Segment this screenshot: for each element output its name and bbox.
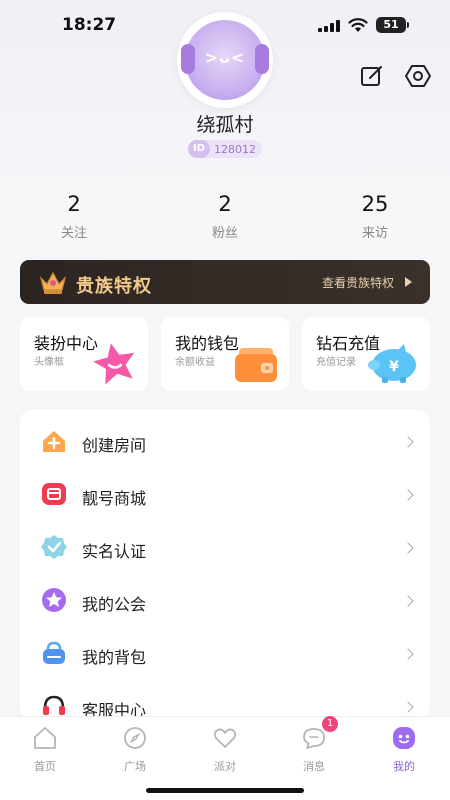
stat-visitors[interactable]: 25 来访	[325, 192, 425, 241]
menu-item-my-backpack[interactable]: 我的背包	[20, 626, 430, 679]
vip-privilege-banner[interactable]: 贵族特权 查看贵族特权	[20, 260, 430, 304]
tab-mine[interactable]: 我的	[369, 725, 439, 774]
tab-label: 消息	[303, 760, 325, 773]
settings-icon[interactable]	[404, 62, 432, 90]
chevron-right-icon	[402, 595, 414, 607]
home-indicator	[146, 788, 304, 793]
svg-text:¥: ¥	[389, 359, 399, 375]
menu-item-label: 靓号商城	[82, 489, 147, 508]
menu-item-label: 我的公会	[82, 595, 147, 614]
vip-title: 贵族特权	[76, 276, 152, 297]
tab-messages[interactable]: 消息	[279, 725, 349, 774]
guild-star-icon	[42, 588, 66, 612]
stat-value: 25	[361, 192, 389, 216]
card-subtitle: 头像框	[34, 357, 64, 368]
username: 绕孤村	[196, 114, 254, 136]
shop-icon	[42, 483, 66, 505]
chevron-right-icon	[402, 542, 414, 554]
compass-icon	[124, 727, 146, 749]
stat-value: 2	[67, 192, 81, 216]
menu-item-label: 创建房间	[82, 436, 147, 455]
chevron-right-icon	[402, 489, 414, 501]
tab-square[interactable]: 广场	[100, 725, 170, 774]
piggy-bank-icon: ¥	[368, 344, 416, 383]
vip-link[interactable]: 查看贵族特权	[322, 274, 394, 291]
wallet-icon	[235, 348, 277, 382]
tab-label: 首页	[34, 760, 56, 773]
stat-fans[interactable]: 2 粉丝	[175, 192, 275, 241]
signal-icon	[318, 20, 340, 32]
chevron-right-icon	[402, 648, 414, 660]
verified-icon	[41, 535, 67, 559]
house-plus-icon	[43, 431, 65, 452]
card-subtitle: 余额收益	[175, 357, 215, 368]
menu-item-label: 实名认证	[82, 542, 147, 561]
battery-icon: 51	[376, 17, 409, 33]
crown-icon	[39, 271, 67, 294]
tab-label: 派对	[214, 760, 236, 773]
backpack-icon	[43, 641, 65, 664]
card-diamond-recharge[interactable]: 钻石充值 充值记录 ¥	[302, 317, 430, 391]
stat-label: 粉丝	[211, 226, 238, 241]
home-icon	[34, 727, 56, 749]
stat-label: 来访	[361, 226, 388, 241]
tab-label: 我的	[393, 760, 415, 773]
profile-icon	[393, 727, 415, 749]
menu-item-label: 我的背包	[82, 648, 147, 667]
tab-party[interactable]: 派对	[190, 725, 260, 774]
card-subtitle: 充值记录	[316, 357, 356, 368]
avatar-face: >ᴗ<	[204, 48, 246, 67]
user-id-number: 128012	[214, 142, 256, 156]
chevron-right-icon	[402, 701, 414, 713]
id-tag: ID	[188, 140, 210, 158]
chevron-right-icon	[402, 436, 414, 448]
menu-item-real-name-verification[interactable]: 实名认证	[20, 520, 430, 573]
stat-value: 2	[218, 192, 232, 216]
play-arrow-icon	[405, 277, 412, 287]
wifi-icon	[348, 18, 368, 32]
stat-label: 关注	[60, 226, 87, 241]
menu-item-create-room[interactable]: 创建房间	[20, 414, 430, 467]
status-time: 18:27	[62, 15, 117, 35]
stat-following[interactable]: 2 关注	[24, 192, 124, 241]
tab-home[interactable]: 首页	[10, 725, 80, 774]
menu-item-my-guild[interactable]: 我的公会	[20, 573, 430, 626]
card-my-wallet[interactable]: 我的钱包 余额收益	[161, 317, 289, 391]
avatar-image: >ᴗ<	[181, 20, 269, 100]
party-heart-icon	[213, 728, 237, 748]
menu-item-premium-id-shop[interactable]: 靓号商城	[20, 467, 430, 520]
card-title: 装扮中心	[34, 334, 99, 353]
menu-list: 创建房间 靓号商城 实名认证 我的公会 我的背包 客服中心	[20, 410, 430, 720]
tab-label: 广场	[124, 760, 146, 773]
card-title: 我的钱包	[175, 334, 240, 353]
user-id-badge: ID 128012	[188, 140, 262, 158]
avatar[interactable]: >ᴗ<	[177, 12, 273, 108]
star-icon	[93, 343, 135, 385]
card-dressup-center[interactable]: 装扮中心 头像框	[20, 317, 148, 391]
message-count-badge: 1	[322, 716, 338, 732]
edit-profile-icon[interactable]	[360, 64, 384, 88]
